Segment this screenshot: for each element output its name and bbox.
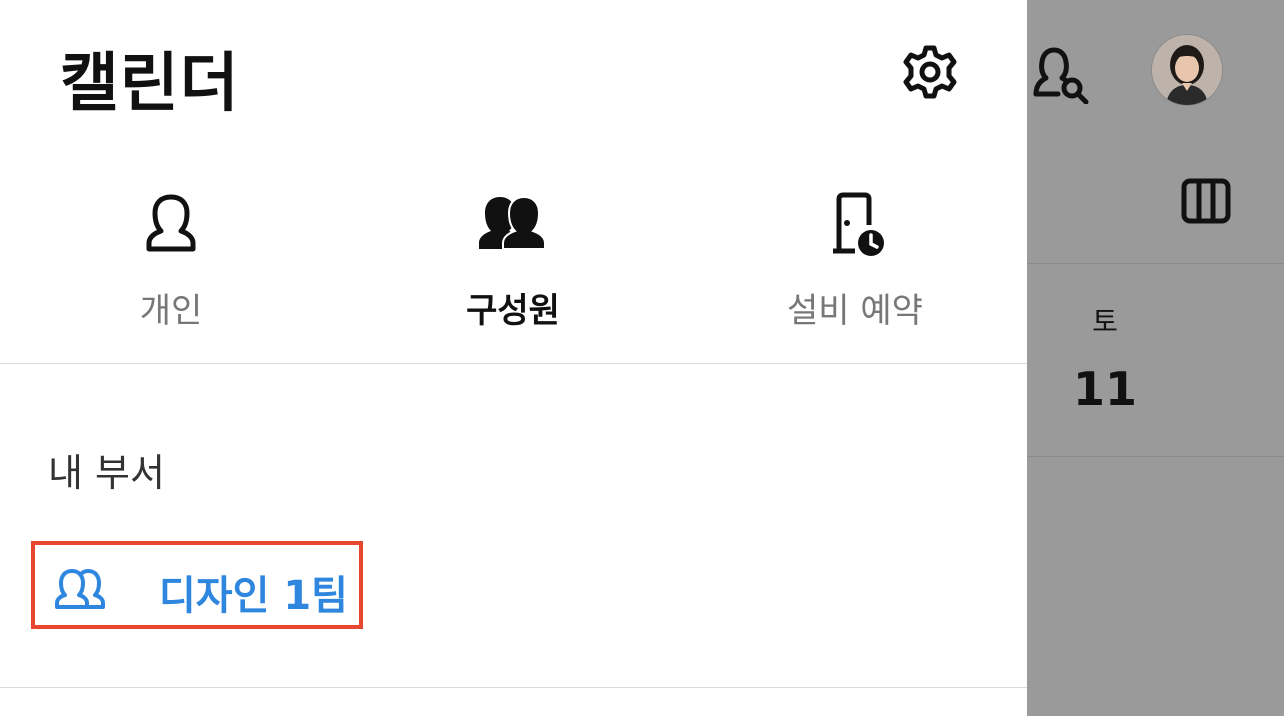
day-of-week-label: 토 (1092, 305, 1118, 338)
department-item-design-team-1[interactable]: 디자인 1팀 (31, 541, 363, 629)
tab-facility-reservation[interactable]: 설비 예약 (735, 185, 975, 332)
gear-icon[interactable] (900, 42, 960, 102)
door-clock-icon (833, 192, 884, 256)
tabs-divider (0, 363, 1027, 364)
calendar-drawer: 캘린더 개인 구성원 설비 예약 내 부서 디자인 1팀 (0, 0, 1027, 716)
avatar-image (1152, 35, 1222, 105)
tab-personal-label: 개인 (139, 291, 203, 331)
group-outline-icon (55, 569, 105, 609)
calendar-backdrop[interactable] (1027, 0, 1284, 716)
column-view-icon[interactable] (1180, 177, 1232, 225)
day-number[interactable]: 11 (1070, 362, 1140, 416)
person-search-icon[interactable] (1030, 42, 1092, 104)
user-avatar[interactable] (1152, 35, 1222, 105)
tab-members-label: 구성원 (466, 291, 560, 331)
list-divider (0, 687, 1027, 688)
tab-members[interactable]: 구성원 (393, 185, 633, 332)
tab-personal[interactable]: 개인 (51, 185, 291, 332)
person-icon (146, 194, 196, 252)
department-name: 디자인 1팀 (159, 573, 348, 619)
calendar-divider (1027, 263, 1284, 264)
tab-facility-label: 설비 예약 (787, 291, 923, 331)
calendar-divider (1027, 456, 1284, 457)
page-title: 캘린더 (60, 47, 240, 121)
group-icon (479, 195, 546, 250)
section-heading-my-department: 내 부서 (48, 451, 165, 495)
